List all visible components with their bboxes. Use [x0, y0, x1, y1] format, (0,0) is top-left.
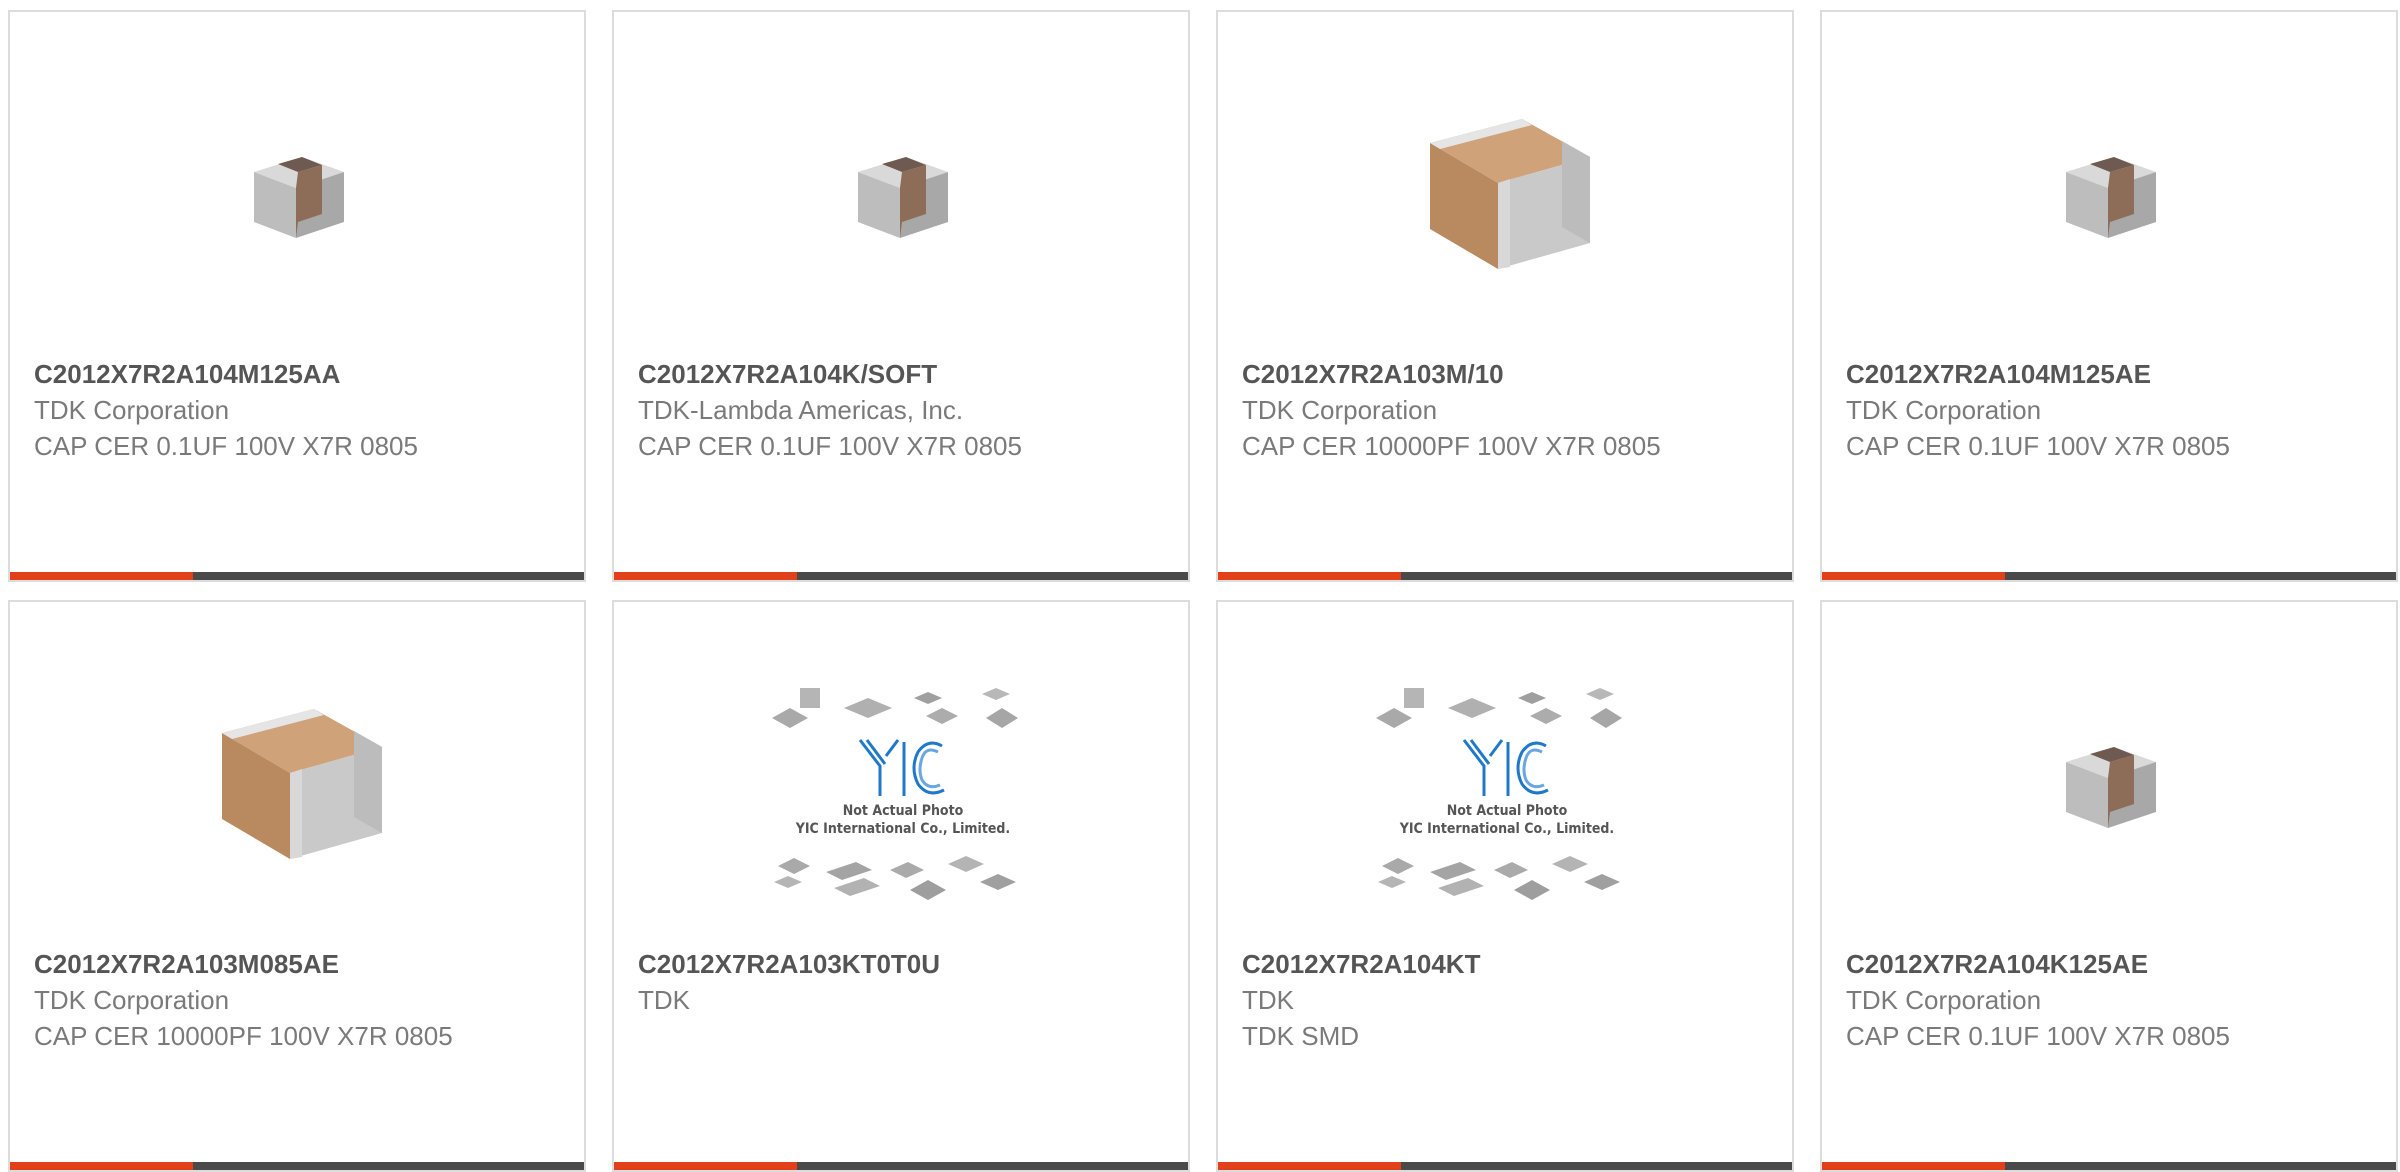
product-card[interactable]: C2012X7R2A103M085AE TDK Corporation CAP …: [8, 600, 586, 1172]
capacitor-small-icon: [2066, 157, 2156, 238]
product-grid: C2012X7R2A104M125AA TDK Corporation CAP …: [0, 0, 2400, 1172]
product-image[interactable]: Not Actual Photo YIC International Co., …: [764, 682, 1042, 922]
product-card[interactable]: C2012X7R2A104M125AA TDK Corporation CAP …: [8, 10, 586, 582]
card-footer-bar: [1822, 572, 2396, 580]
card-footer-bar: [10, 1162, 584, 1170]
manufacturer: TDK Corporation: [1846, 395, 2042, 425]
placeholder-line2: YIC International Co., Limited.: [795, 821, 1010, 837]
card-footer-bar: [614, 572, 1188, 580]
card-accent-bar: [1822, 572, 2005, 580]
capacitor-small-icon: [2066, 747, 2156, 828]
manufacturer: TDK Corporation: [1846, 985, 2042, 1015]
part-number-link[interactable]: C2012X7R2A103M085AE: [34, 946, 474, 982]
part-number-link[interactable]: C2012X7R2A104KT: [1242, 946, 1682, 982]
description: CAP CER 10000PF 100V X7R 0805: [1242, 431, 1661, 461]
card-footer-bar: [1218, 572, 1792, 580]
product-card[interactable]: C2012X7R2A104M125AE TDK Corporation CAP …: [1820, 10, 2398, 582]
product-image[interactable]: [197, 680, 401, 884]
manufacturer: TDK Corporation: [1242, 395, 1438, 425]
product-image[interactable]: [197, 90, 401, 294]
card-accent-bar: [1218, 1162, 1401, 1170]
product-image[interactable]: [801, 90, 1005, 294]
not-actual-photo-placeholder: Not Actual Photo YIC International Co., …: [1376, 688, 1622, 900]
description: CAP CER 0.1UF 100V X7R 0805: [1846, 431, 2230, 461]
card-footer-bar: [1822, 1162, 2396, 1170]
part-number-link[interactable]: C2012X7R2A104K125AE: [1846, 946, 2286, 982]
card-footer-bar: [614, 1162, 1188, 1170]
card-accent-bar: [614, 1162, 797, 1170]
card-footer-bar: [1218, 1162, 1792, 1170]
card-accent-bar: [10, 1162, 193, 1170]
manufacturer: TDK-Lambda Americas, Inc.: [638, 395, 964, 425]
card-accent-bar: [1822, 1162, 2005, 1170]
capacitor-small-icon: [858, 157, 948, 238]
capacitor-large-icon: [222, 709, 382, 859]
manufacturer: TDK: [1242, 985, 1294, 1015]
manufacturer: TDK Corporation: [34, 395, 230, 425]
description: CAP CER 0.1UF 100V X7R 0805: [1846, 1021, 2230, 1051]
description: CAP CER 10000PF 100V X7R 0805: [34, 1021, 453, 1051]
product-image[interactable]: Not Actual Photo YIC International Co., …: [1368, 682, 1646, 922]
placeholder-line1: Not Actual Photo: [843, 803, 964, 819]
placeholder-line2: YIC International Co., Limited.: [1399, 821, 1614, 837]
capacitor-large-icon: [1430, 119, 1590, 269]
product-card[interactable]: C2012X7R2A104K125AE TDK Corporation CAP …: [1820, 600, 2398, 1172]
description: CAP CER 0.1UF 100V X7R 0805: [34, 431, 418, 461]
part-number-link[interactable]: C2012X7R2A104M125AA: [34, 356, 474, 392]
product-image[interactable]: [2009, 90, 2213, 294]
manufacturer: TDK: [638, 985, 690, 1015]
capacitor-small-icon: [254, 157, 344, 238]
description: CAP CER 0.1UF 100V X7R 0805: [638, 431, 1022, 461]
manufacturer: TDK Corporation: [34, 985, 230, 1015]
not-actual-photo-placeholder: Not Actual Photo YIC International Co., …: [772, 688, 1018, 900]
card-accent-bar: [614, 572, 797, 580]
product-image[interactable]: [2009, 680, 2213, 884]
card-footer-bar: [10, 572, 584, 580]
card-accent-bar: [10, 572, 193, 580]
description: TDK SMD: [1242, 1021, 1359, 1051]
product-image[interactable]: [1405, 90, 1609, 294]
product-card[interactable]: C2012X7R2A103M/10 TDK Corporation CAP CE…: [1216, 10, 1794, 582]
product-card[interactable]: C2012X7R2A104K/SOFT TDK-Lambda Americas,…: [612, 10, 1190, 582]
placeholder-line1: Not Actual Photo: [1447, 803, 1568, 819]
card-accent-bar: [1218, 572, 1401, 580]
part-number-link[interactable]: C2012X7R2A104K/SOFT: [638, 356, 1078, 392]
product-card[interactable]: Not Actual Photo YIC International Co., …: [612, 600, 1190, 1172]
part-number-link[interactable]: C2012X7R2A103M/10: [1242, 356, 1682, 392]
part-number-link[interactable]: C2012X7R2A104M125AE: [1846, 356, 2286, 392]
part-number-link[interactable]: C2012X7R2A103KT0T0U: [638, 946, 1078, 982]
product-card[interactable]: Not Actual Photo YIC International Co., …: [1216, 600, 1794, 1172]
